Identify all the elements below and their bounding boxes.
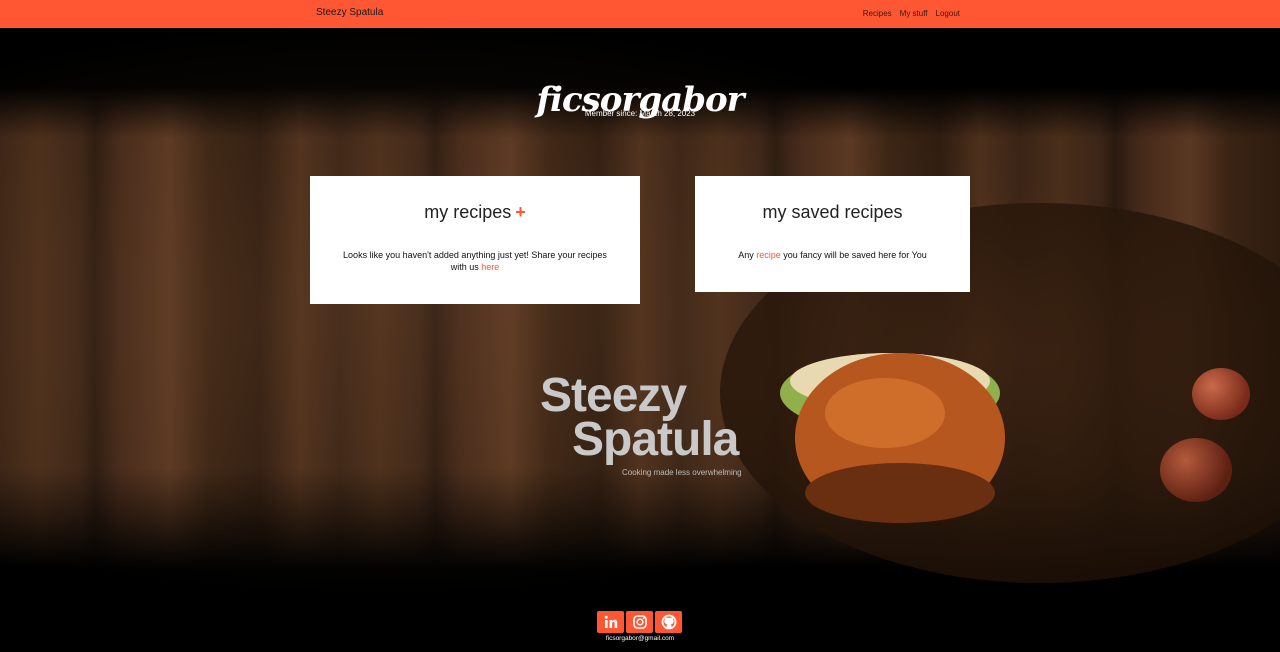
saved-text-after: you fancy will be saved here for You [780,250,927,260]
share-here-link[interactable]: here [481,262,499,272]
top-navbar: Steezy Spatula Recipes My stuff Logout [0,0,1280,28]
onion-image [1192,368,1250,420]
saved-recipes-text: Any recipe you fancy will be saved here … [698,249,968,261]
onion-image [1160,438,1232,502]
recipe-link[interactable]: recipe [756,250,781,260]
site-logo: Steezy Spatula [540,372,739,466]
nav-recipes-link[interactable]: Recipes [863,9,892,18]
saved-recipes-title: my saved recipes [762,202,903,222]
logo-tagline: Cooking made less overwhelming [622,468,742,477]
instagram-button[interactable] [626,611,653,633]
my-recipes-empty-text: Looks like you haven't added anything ju… [340,249,610,273]
nav-links: Recipes My stuff Logout [863,9,960,18]
social-links [597,611,682,633]
add-recipe-button[interactable]: + [515,202,526,222]
github-button[interactable] [655,611,682,633]
empty-message: Looks like you haven't added anything ju… [343,250,607,272]
linkedin-icon [604,615,617,628]
my-recipes-card: my recipes + Looks like you haven't added… [310,176,640,304]
nav-my-stuff-link[interactable]: My stuff [900,9,928,18]
linkedin-button[interactable] [597,611,624,633]
github-icon [661,614,676,630]
saved-text-before: Any [738,250,757,260]
burger-image [780,353,1005,523]
my-recipes-title: my recipes [424,202,512,222]
saved-recipes-card: my saved recipes Any recipe you fancy wi… [695,176,970,292]
member-since-text: Member since: March 28, 2023 [584,109,696,118]
hero-background: ficsorgabor Member since: March 28, 2023… [0,28,1280,652]
instagram-icon [632,615,647,629]
contact-email: ficsorgabor@gmail.com [605,635,675,642]
nav-logout-link[interactable]: Logout [936,9,960,18]
my-recipes-heading: my recipes + [310,202,640,223]
logo-line-2: Spatula [572,413,739,466]
brand-link[interactable]: Steezy Spatula [316,7,383,18]
